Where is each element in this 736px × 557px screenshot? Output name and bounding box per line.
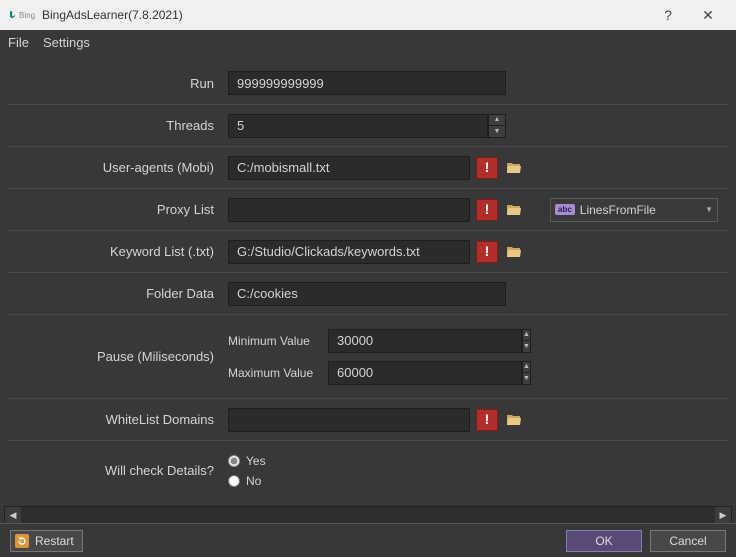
- label-max: Maximum Value: [228, 366, 320, 380]
- row-threads: Threads ▲ ▼: [8, 104, 728, 146]
- radio-yes[interactable]: Yes: [228, 454, 266, 468]
- radio-no[interactable]: No: [228, 474, 266, 488]
- footer: Restart OK Cancel: [0, 523, 736, 557]
- whitelist-input[interactable]: [228, 408, 470, 432]
- row-user-agents: User-agents (Mobi) !: [8, 146, 728, 188]
- label-user-agents: User-agents (Mobi): [8, 160, 228, 175]
- scroll-left-icon[interactable]: ◀: [5, 507, 21, 523]
- label-run: Run: [8, 76, 228, 91]
- bing-text: Bing: [19, 11, 35, 20]
- row-details: Will check Details? Yes No: [8, 440, 728, 500]
- menu-file[interactable]: File: [8, 35, 29, 50]
- threads-up-icon[interactable]: ▲: [489, 115, 505, 127]
- max-down-icon[interactable]: ▼: [523, 373, 530, 384]
- row-proxy-list: Proxy List ! abc LinesFromFile ▼: [8, 188, 728, 230]
- threads-down-icon[interactable]: ▼: [489, 126, 505, 137]
- label-pause: Pause (Miliseconds): [8, 349, 228, 364]
- threads-spinner: ▲ ▼: [228, 114, 506, 138]
- keyword-list-input[interactable]: [228, 240, 470, 264]
- min-input[interactable]: [328, 329, 522, 353]
- label-keyword-list: Keyword List (.txt): [8, 244, 228, 259]
- label-min: Minimum Value: [228, 334, 320, 348]
- form-area: Run Threads ▲ ▼ User-agents (Mobi) !: [0, 54, 736, 500]
- scroll-track[interactable]: [21, 507, 715, 523]
- label-details: Will check Details?: [8, 463, 228, 478]
- bing-logo: Bing: [8, 10, 35, 20]
- max-up-icon[interactable]: ▲: [523, 362, 530, 374]
- abc-icon: abc: [555, 204, 575, 215]
- proxy-list-input[interactable]: [228, 198, 470, 222]
- title-bar: Bing BingAdsLearner(7.8.2021) ? ✕: [0, 0, 736, 30]
- restart-icon: [15, 534, 29, 548]
- chevron-down-icon: ▼: [705, 205, 713, 214]
- proxy-list-browse-icon[interactable]: [504, 200, 524, 220]
- menu-settings[interactable]: Settings: [43, 35, 90, 50]
- user-agents-input[interactable]: [228, 156, 470, 180]
- folder-data-input[interactable]: [228, 282, 506, 306]
- user-agents-browse-icon[interactable]: [504, 158, 524, 178]
- whitelist-warn-icon[interactable]: !: [476, 409, 498, 431]
- label-threads: Threads: [8, 118, 228, 133]
- keyword-list-browse-icon[interactable]: [504, 242, 524, 262]
- restart-button[interactable]: Restart: [10, 530, 83, 552]
- window-title: BingAdsLearner(7.8.2021): [42, 8, 648, 22]
- row-folder-data: Folder Data: [8, 272, 728, 314]
- min-down-icon[interactable]: ▼: [523, 341, 530, 352]
- whitelist-browse-icon[interactable]: [504, 410, 524, 430]
- ok-button[interactable]: OK: [566, 530, 642, 552]
- run-input[interactable]: [228, 71, 506, 95]
- threads-input[interactable]: [228, 114, 488, 138]
- max-input[interactable]: [328, 361, 522, 385]
- row-run: Run: [8, 62, 728, 104]
- row-pause: Pause (Miliseconds) Minimum Value ▲ ▼ Ma…: [8, 314, 728, 398]
- restart-label: Restart: [35, 534, 74, 548]
- keyword-list-warn-icon[interactable]: !: [476, 241, 498, 263]
- horizontal-scrollbar[interactable]: ◀ ▶: [4, 506, 732, 524]
- proxy-source-label: LinesFromFile: [580, 203, 656, 217]
- proxy-source-combo[interactable]: abc LinesFromFile ▼: [550, 198, 718, 222]
- user-agents-warn-icon[interactable]: !: [476, 157, 498, 179]
- scroll-right-icon[interactable]: ▶: [715, 507, 731, 523]
- row-whitelist: WhiteList Domains !: [8, 398, 728, 440]
- menu-bar: File Settings: [0, 30, 736, 54]
- label-proxy-list: Proxy List: [8, 202, 228, 217]
- label-whitelist: WhiteList Domains: [8, 412, 228, 427]
- close-icon[interactable]: ✕: [688, 7, 728, 24]
- help-icon[interactable]: ?: [648, 7, 688, 23]
- proxy-list-warn-icon[interactable]: !: [476, 199, 498, 221]
- label-folder-data: Folder Data: [8, 286, 228, 301]
- row-keyword-list: Keyword List (.txt) !: [8, 230, 728, 272]
- min-up-icon[interactable]: ▲: [523, 330, 530, 342]
- cancel-button[interactable]: Cancel: [650, 530, 726, 552]
